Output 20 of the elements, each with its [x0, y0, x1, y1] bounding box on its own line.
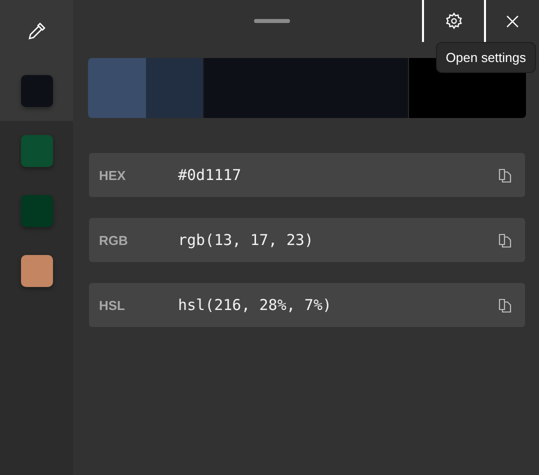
- copy-icon: [498, 168, 512, 182]
- drag-handle[interactable]: [254, 19, 290, 23]
- format-value: rgb(13, 17, 23): [178, 231, 314, 249]
- format-value: hsl(216, 28%, 7%): [178, 296, 333, 314]
- copy-icon: [498, 298, 512, 312]
- shade-swatch[interactable]: [88, 58, 146, 118]
- copy-button[interactable]: [498, 298, 512, 312]
- shade-swatch[interactable]: [146, 58, 203, 118]
- format-label: HEX: [99, 168, 127, 182]
- format-label: RGB: [99, 232, 129, 248]
- copy-button[interactable]: [498, 232, 512, 248]
- copy-icon: [498, 232, 512, 248]
- settings-icon: [445, 12, 463, 30]
- color-picker-button[interactable]: [0, 0, 73, 61]
- copy-button[interactable]: [498, 168, 512, 182]
- close-icon: [506, 14, 519, 28]
- tooltip: Open settings: [436, 42, 536, 73]
- format-value: #0d1117: [178, 166, 242, 184]
- shade-swatch[interactable]: [203, 58, 409, 118]
- format-label: HSL: [99, 298, 126, 312]
